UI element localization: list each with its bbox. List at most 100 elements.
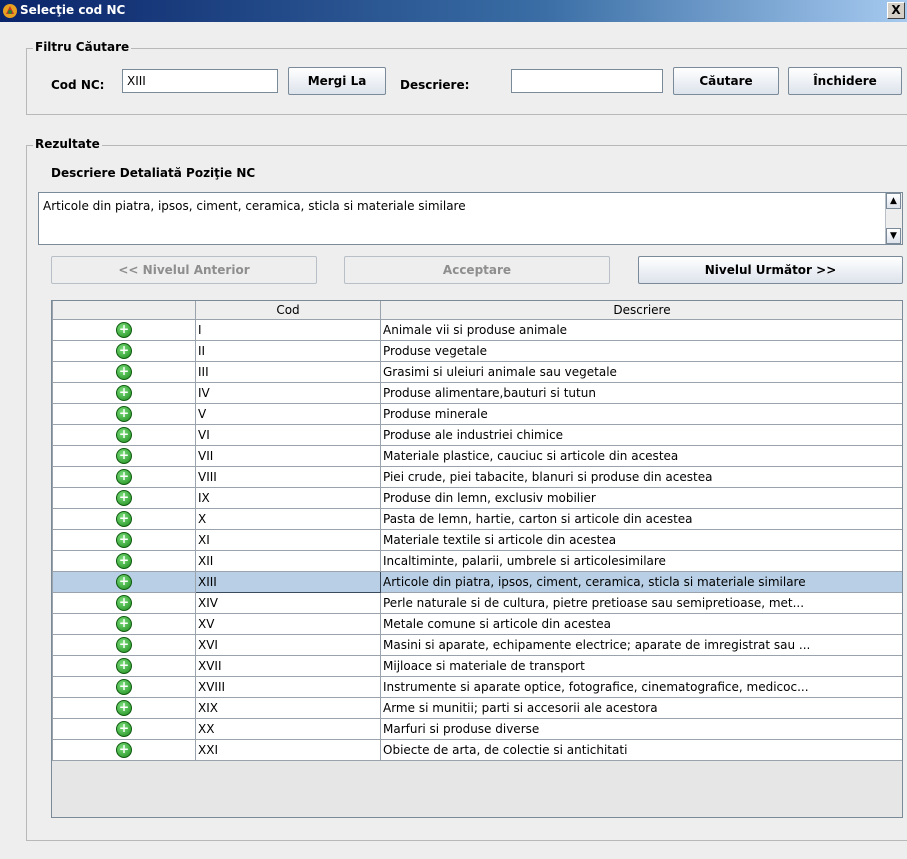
row-code-cell[interactable]: XVIII [195, 676, 381, 698]
table-row[interactable]: + XV Metale comune si articole din acestea [52, 613, 902, 635]
row-description-cell[interactable]: Articole din piatra, ipsos, ciment, cera… [380, 571, 902, 593]
row-description-cell[interactable]: Grasimi si uleiuri animale sau vegetale [380, 361, 902, 383]
table-row[interactable]: + X Pasta de lemn, hartie, carton si artic… [52, 508, 902, 530]
row-description-cell[interactable]: Produse vegetale [380, 340, 902, 362]
inchidere-button[interactable]: Închidere [788, 67, 902, 95]
row-description-cell[interactable]: Piei crude, piei tabacite, blanuri si pr… [380, 466, 902, 488]
row-description-cell[interactable]: Arme si munitii; parti si accesorii ale … [380, 697, 902, 719]
expand-plus-icon[interactable]: + [116, 322, 132, 338]
expand-plus-icon[interactable]: + [116, 616, 132, 632]
expand-plus-icon[interactable]: + [116, 469, 132, 485]
row-description-cell[interactable]: Produse alimentare,bauturi si tutun [380, 382, 902, 404]
row-expand-cell[interactable]: + [52, 655, 196, 677]
expand-plus-icon[interactable]: + [116, 721, 132, 737]
row-code-cell[interactable]: XIX [195, 697, 381, 719]
cautare-button[interactable]: Căutare [673, 67, 779, 95]
descriere-input[interactable] [511, 69, 663, 93]
expand-plus-icon[interactable]: + [116, 742, 132, 758]
table-row[interactable]: + XIII Articole din piatra, ipsos, ciment,… [52, 571, 902, 593]
detail-description-box[interactable]: Articole din piatra, ipsos, ciment, cera… [38, 192, 903, 245]
row-code-cell[interactable]: II [195, 340, 381, 362]
table-row[interactable]: + VII Materiale plastice, cauciuc si artic… [52, 445, 902, 467]
expand-plus-icon[interactable]: + [116, 490, 132, 506]
row-code-cell[interactable]: XI [195, 529, 381, 551]
row-description-cell[interactable]: Metale comune si articole din acestea [380, 613, 902, 635]
row-expand-cell[interactable]: + [52, 382, 196, 404]
table-row[interactable]: + XX Marfuri si produse diverse [52, 718, 902, 740]
table-row[interactable]: + XI Materiale textile si articole din ace… [52, 529, 902, 551]
previous-level-button[interactable]: << Nivelul Anterior [51, 256, 317, 284]
table-row[interactable]: + XVI Masini si aparate, echipamente elect… [52, 634, 902, 656]
expand-plus-icon[interactable]: + [116, 532, 132, 548]
expand-plus-icon[interactable]: + [116, 427, 132, 443]
accept-button[interactable]: Acceptare [344, 256, 610, 284]
expand-plus-icon[interactable]: + [116, 658, 132, 674]
row-expand-cell[interactable]: + [52, 403, 196, 425]
column-header-cod[interactable]: Cod [195, 301, 381, 320]
table-row[interactable]: + VI Produse ale industriei chimice [52, 424, 902, 446]
row-expand-cell[interactable]: + [52, 592, 196, 614]
column-header-descriere[interactable]: Descriere [380, 301, 902, 320]
row-code-cell[interactable]: XV [195, 613, 381, 635]
row-code-cell[interactable]: XX [195, 718, 381, 740]
row-code-cell[interactable]: I [195, 319, 381, 341]
row-code-cell[interactable]: IV [195, 382, 381, 404]
table-row[interactable]: + I Animale vii si produse animale [52, 319, 902, 341]
scroll-up-icon[interactable]: ▲ [886, 193, 901, 209]
row-code-cell[interactable]: X [195, 508, 381, 530]
detail-scrollbar[interactable]: ▲ ▼ [885, 193, 902, 244]
row-expand-cell[interactable]: + [52, 571, 196, 593]
row-expand-cell[interactable]: + [52, 424, 196, 446]
mergi-la-button[interactable]: Mergi La [288, 67, 386, 95]
row-code-cell[interactable]: VII [195, 445, 381, 467]
row-description-cell[interactable]: Materiale plastice, cauciuc si articole … [380, 445, 902, 467]
table-row[interactable]: + XXI Obiecte de arta, de colectie si anti… [52, 739, 902, 761]
scroll-down-icon[interactable]: ▼ [886, 228, 901, 244]
row-code-cell[interactable]: VI [195, 424, 381, 446]
row-description-cell[interactable]: Animale vii si produse animale [380, 319, 902, 341]
expand-plus-icon[interactable]: + [116, 637, 132, 653]
row-code-cell[interactable]: XVII [195, 655, 381, 677]
row-code-cell[interactable]: XII [195, 550, 381, 572]
row-expand-cell[interactable]: + [52, 319, 196, 341]
table-row[interactable]: + II Produse vegetale [52, 340, 902, 362]
row-expand-cell[interactable]: + [52, 508, 196, 530]
table-row[interactable]: + IX Produse din lemn, exclusiv mobilier [52, 487, 902, 509]
row-description-cell[interactable]: Perle naturale si de cultura, pietre pre… [380, 592, 902, 614]
expand-plus-icon[interactable]: + [116, 406, 132, 422]
row-description-cell[interactable]: Masini si aparate, echipamente electrice… [380, 634, 902, 656]
row-expand-cell[interactable]: + [52, 340, 196, 362]
column-header-icon[interactable] [52, 301, 196, 320]
expand-plus-icon[interactable]: + [116, 511, 132, 527]
row-expand-cell[interactable]: + [52, 634, 196, 656]
row-code-cell[interactable]: XXI [195, 739, 381, 761]
row-code-cell[interactable]: IX [195, 487, 381, 509]
expand-plus-icon[interactable]: + [116, 343, 132, 359]
table-row[interactable]: + XVIII Instrumente si aparate optice, fot… [52, 676, 902, 698]
expand-plus-icon[interactable]: + [116, 553, 132, 569]
row-description-cell[interactable]: Incaltiminte, palarii, umbrele si artico… [380, 550, 902, 572]
row-expand-cell[interactable]: + [52, 550, 196, 572]
table-row[interactable]: + VIII Piei crude, piei tabacite, blanuri … [52, 466, 902, 488]
row-code-cell[interactable]: XVI [195, 634, 381, 656]
row-description-cell[interactable]: Obiecte de arta, de colectie si antichit… [380, 739, 902, 761]
row-expand-cell[interactable]: + [52, 676, 196, 698]
row-expand-cell[interactable]: + [52, 487, 196, 509]
row-description-cell[interactable]: Produse din lemn, exclusiv mobilier [380, 487, 902, 509]
row-description-cell[interactable]: Produse ale industriei chimice [380, 424, 902, 446]
table-row[interactable]: + XIX Arme si munitii; parti si accesorii … [52, 697, 902, 719]
row-expand-cell[interactable]: + [52, 739, 196, 761]
row-code-cell[interactable]: XIII [195, 571, 381, 593]
table-row[interactable]: + XII Incaltiminte, palarii, umbrele si ar… [52, 550, 902, 572]
row-expand-cell[interactable]: + [52, 466, 196, 488]
next-level-button[interactable]: Nivelul Următor >> [638, 256, 903, 284]
cod-nc-input[interactable] [122, 69, 278, 93]
row-description-cell[interactable]: Produse minerale [380, 403, 902, 425]
row-expand-cell[interactable]: + [52, 445, 196, 467]
row-description-cell[interactable]: Instrumente si aparate optice, fotografi… [380, 676, 902, 698]
results-table-container[interactable]: Cod Descriere + I Animale vii si produse a… [51, 300, 903, 818]
expand-plus-icon[interactable]: + [116, 385, 132, 401]
row-code-cell[interactable]: VIII [195, 466, 381, 488]
row-description-cell[interactable]: Materiale textile si articole din aceste… [380, 529, 902, 551]
expand-plus-icon[interactable]: + [116, 574, 132, 590]
